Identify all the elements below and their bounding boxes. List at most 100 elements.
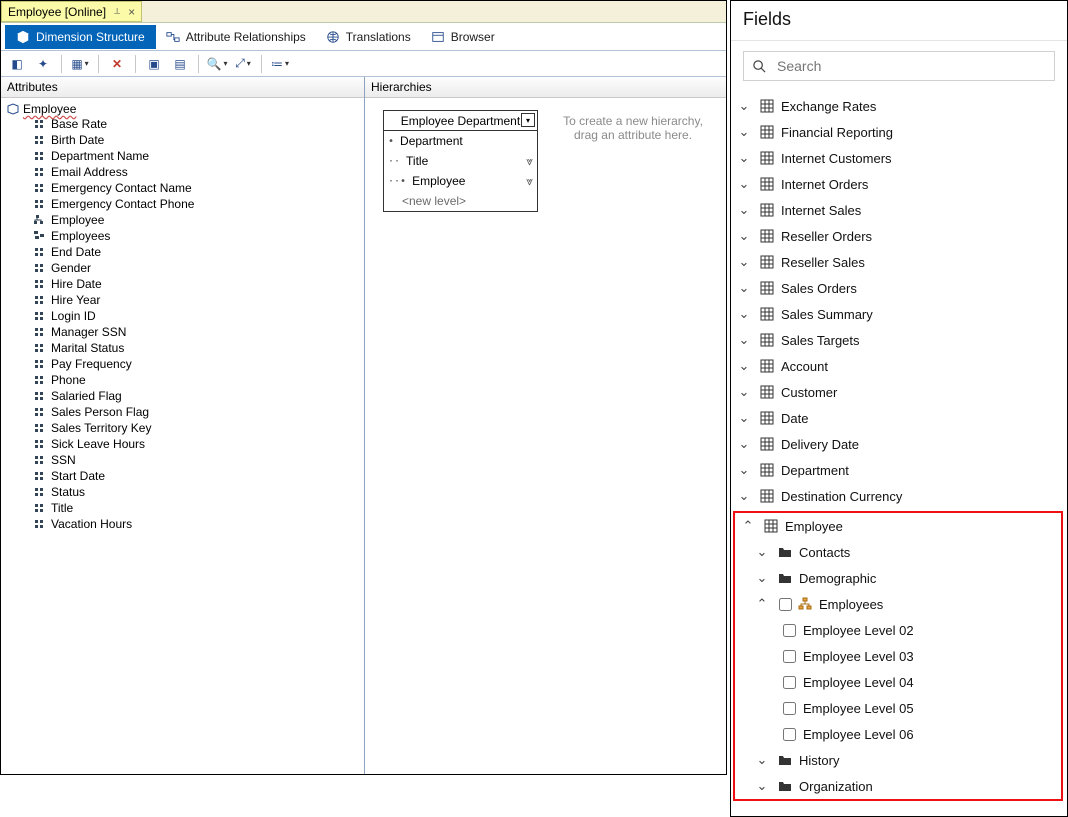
- attribute-item[interactable]: Marital Status: [33, 340, 358, 356]
- view-dropdown[interactable]: ▦: [70, 54, 90, 74]
- hierarchy-new-level[interactable]: <new level>: [384, 191, 537, 211]
- toggle-table-button[interactable]: ▣: [144, 54, 164, 74]
- attribute-item[interactable]: Sales Person Flag: [33, 404, 358, 420]
- chevron-down-icon[interactable]: ⌄: [731, 150, 757, 166]
- field-table-employee[interactable]: ⌃ Employee: [735, 513, 1061, 539]
- attribute-item[interactable]: Title: [33, 500, 358, 516]
- field-table[interactable]: ⌄Customer: [731, 379, 1067, 405]
- zoom-dropdown[interactable]: ⤢: [233, 54, 253, 74]
- attribute-item[interactable]: Hire Date: [33, 276, 358, 292]
- search-box[interactable]: [743, 51, 1055, 81]
- delete-button[interactable]: ✕: [107, 54, 127, 74]
- field-table[interactable]: ⌄Exchange Rates: [731, 93, 1067, 119]
- attribute-item[interactable]: Base Rate: [33, 116, 358, 132]
- chevron-down-icon[interactable]: ⌄: [731, 384, 757, 400]
- field-table[interactable]: ⌄Delivery Date: [731, 431, 1067, 457]
- hierarchy-dropdown-icon[interactable]: ▾: [521, 113, 535, 127]
- chevron-down-icon[interactable]: ⌄: [731, 332, 757, 348]
- add-attribute-button[interactable]: ◧: [7, 54, 27, 74]
- hierarchy-level[interactable]: ··•Employee⩔: [384, 171, 537, 191]
- tab-translations[interactable]: Translations: [316, 26, 421, 48]
- chevron-down-icon[interactable]: ⌄: [731, 410, 757, 426]
- attribute-item[interactable]: Hire Year: [33, 292, 358, 308]
- field-table[interactable]: ⌄Internet Customers: [731, 145, 1067, 171]
- attribute-item[interactable]: Emergency Contact Phone: [33, 196, 358, 212]
- chevron-down-icon[interactable]: ⌄: [731, 98, 757, 114]
- chevron-down-icon[interactable]: ⌄: [731, 280, 757, 296]
- attribute-item[interactable]: Gender: [33, 260, 358, 276]
- chevron-down-icon[interactable]: ⌄: [731, 358, 757, 374]
- field-table[interactable]: ⌄Account: [731, 353, 1067, 379]
- field-checkbox[interactable]: [779, 624, 799, 637]
- chevron-down-icon[interactable]: ⌄: [731, 124, 757, 140]
- chevron-down-icon[interactable]: ⌄: [731, 488, 757, 504]
- find-dropdown[interactable]: 🔍: [207, 54, 227, 74]
- hierarchy-level[interactable]: •Department: [384, 131, 537, 151]
- field-table[interactable]: ⌄Date: [731, 405, 1067, 431]
- attribute-item[interactable]: Employees: [33, 228, 358, 244]
- attribute-item[interactable]: Emergency Contact Name: [33, 180, 358, 196]
- field-hierarchy-level[interactable]: Employee Level 05: [735, 695, 1061, 721]
- search-input[interactable]: [775, 57, 1046, 75]
- chevron-down-icon[interactable]: ⌄: [749, 752, 775, 768]
- tab-attribute-relationships[interactable]: Attribute Relationships: [156, 26, 316, 48]
- hierarchy-name[interactable]: Employee Department ▾: [384, 111, 537, 131]
- attribute-item[interactable]: Phone: [33, 372, 358, 388]
- chevron-down-icon[interactable]: ⌄: [731, 176, 757, 192]
- chevron-down-icon[interactable]: ⌄: [749, 778, 775, 794]
- field-table[interactable]: ⌄Internet Sales: [731, 197, 1067, 223]
- attribute-item[interactable]: Login ID: [33, 308, 358, 324]
- tab-browser[interactable]: Browser: [421, 26, 505, 48]
- field-table[interactable]: ⌄Financial Reporting: [731, 119, 1067, 145]
- field-table[interactable]: ⌄Sales Targets: [731, 327, 1067, 353]
- attributes-root[interactable]: Employee: [7, 102, 358, 116]
- pin-icon[interactable]: ⟂: [114, 6, 120, 17]
- field-checkbox[interactable]: [779, 650, 799, 663]
- chevron-down-icon[interactable]: ⌄: [749, 570, 775, 586]
- chevron-down-icon[interactable]: ⌄: [731, 436, 757, 452]
- attribute-item[interactable]: Sick Leave Hours: [33, 436, 358, 452]
- attribute-item[interactable]: SSN: [33, 452, 358, 468]
- chevron-down-icon[interactable]: ⌄: [731, 254, 757, 270]
- field-table[interactable]: ⌄Destination Currency: [731, 483, 1067, 509]
- field-hierarchy-level[interactable]: Employee Level 06: [735, 721, 1061, 747]
- process-button[interactable]: ✦: [33, 54, 53, 74]
- chevron-down-icon[interactable]: ⌄: [731, 202, 757, 218]
- layout-dropdown[interactable]: ≔: [270, 54, 290, 74]
- field-table[interactable]: ⌄Reseller Orders: [731, 223, 1067, 249]
- close-icon[interactable]: ×: [128, 5, 135, 19]
- field-hierarchy-employees[interactable]: ⌃ Employees: [735, 591, 1061, 617]
- attribute-item[interactable]: Status: [33, 484, 358, 500]
- attribute-item[interactable]: Vacation Hours: [33, 516, 358, 532]
- chevron-down-icon[interactable]: ⌄: [731, 306, 757, 322]
- attribute-item[interactable]: Employee: [33, 212, 358, 228]
- field-table[interactable]: ⌄Sales Orders: [731, 275, 1067, 301]
- attribute-item[interactable]: Birth Date: [33, 132, 358, 148]
- field-folder[interactable]: ⌄Demographic: [735, 565, 1061, 591]
- attribute-item[interactable]: Manager SSN: [33, 324, 358, 340]
- field-table[interactable]: ⌄Reseller Sales: [731, 249, 1067, 275]
- field-folder[interactable]: ⌄Contacts: [735, 539, 1061, 565]
- attribute-item[interactable]: Salaried Flag: [33, 388, 358, 404]
- attribute-item[interactable]: Department Name: [33, 148, 358, 164]
- field-hierarchy-level[interactable]: Employee Level 04: [735, 669, 1061, 695]
- chevron-down-icon[interactable]: ⌄: [749, 544, 775, 560]
- toggle-tree-button[interactable]: ▤: [170, 54, 190, 74]
- hierarchy-level[interactable]: ··Title⩔: [384, 151, 537, 171]
- field-table[interactable]: ⌄Internet Orders: [731, 171, 1067, 197]
- field-folder[interactable]: ⌄History: [735, 747, 1061, 773]
- field-checkbox[interactable]: [779, 676, 799, 689]
- field-hierarchy-level[interactable]: Employee Level 02: [735, 617, 1061, 643]
- field-checkbox[interactable]: [779, 728, 799, 741]
- attribute-item[interactable]: Sales Territory Key: [33, 420, 358, 436]
- chevron-up-icon[interactable]: ⌃: [735, 518, 761, 534]
- field-table[interactable]: ⌄Sales Summary: [731, 301, 1067, 327]
- field-folder[interactable]: ⌄Organization: [735, 773, 1061, 799]
- field-hierarchy-level[interactable]: Employee Level 03: [735, 643, 1061, 669]
- chevron-down-icon[interactable]: ⌄: [731, 462, 757, 478]
- attribute-item[interactable]: End Date: [33, 244, 358, 260]
- attribute-item[interactable]: Start Date: [33, 468, 358, 484]
- attribute-item[interactable]: Email Address: [33, 164, 358, 180]
- document-tab[interactable]: Employee [Online] ⟂ ×: [1, 1, 142, 22]
- field-table[interactable]: ⌄Department: [731, 457, 1067, 483]
